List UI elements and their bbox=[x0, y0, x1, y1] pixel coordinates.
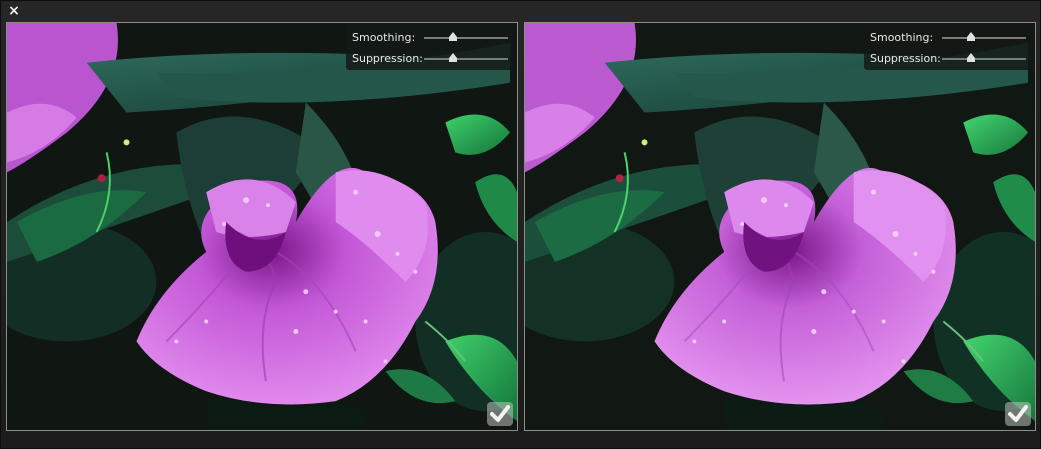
smoothing-slider[interactable] bbox=[424, 32, 508, 41]
flower-image bbox=[525, 23, 1035, 430]
preview-panel-original[interactable]: Smoothing: Suppression: bbox=[6, 22, 518, 431]
suppression-control: Suppression: bbox=[870, 49, 1030, 69]
smoothing-label: Smoothing: bbox=[352, 31, 416, 44]
suppression-control: Suppression: bbox=[352, 49, 512, 69]
smoothing-slider-thumb[interactable] bbox=[449, 32, 458, 41]
suppression-label: Suppression: bbox=[870, 52, 941, 65]
suppression-slider[interactable] bbox=[424, 53, 508, 62]
checkmark-icon bbox=[1008, 405, 1028, 422]
suppression-slider-thumb[interactable] bbox=[967, 53, 976, 62]
smoothing-control: Smoothing: bbox=[870, 28, 1030, 48]
smoothing-slider[interactable] bbox=[942, 32, 1026, 41]
suppression-slider-thumb[interactable] bbox=[449, 53, 458, 62]
suppression-slider[interactable] bbox=[942, 53, 1026, 62]
flower-image bbox=[7, 23, 517, 430]
confirm-button[interactable] bbox=[487, 402, 513, 426]
close-icon: × bbox=[8, 3, 20, 19]
close-button[interactable]: × bbox=[7, 4, 21, 18]
filter-controls: Smoothing: Suppression: bbox=[864, 24, 1034, 70]
smoothing-control: Smoothing: bbox=[352, 28, 512, 48]
preview-panel-filtered[interactable]: Smoothing: Suppression: bbox=[524, 22, 1036, 431]
checkmark-icon bbox=[490, 405, 510, 422]
smoothing-slider-thumb[interactable] bbox=[967, 32, 976, 41]
preview-window: × Smoothing: Suppression: Smoothing: Sup… bbox=[0, 0, 1041, 449]
suppression-label: Suppression: bbox=[352, 52, 423, 65]
filter-controls: Smoothing: Suppression: bbox=[346, 24, 516, 70]
smoothing-label: Smoothing: bbox=[870, 31, 934, 44]
confirm-button[interactable] bbox=[1005, 402, 1031, 426]
